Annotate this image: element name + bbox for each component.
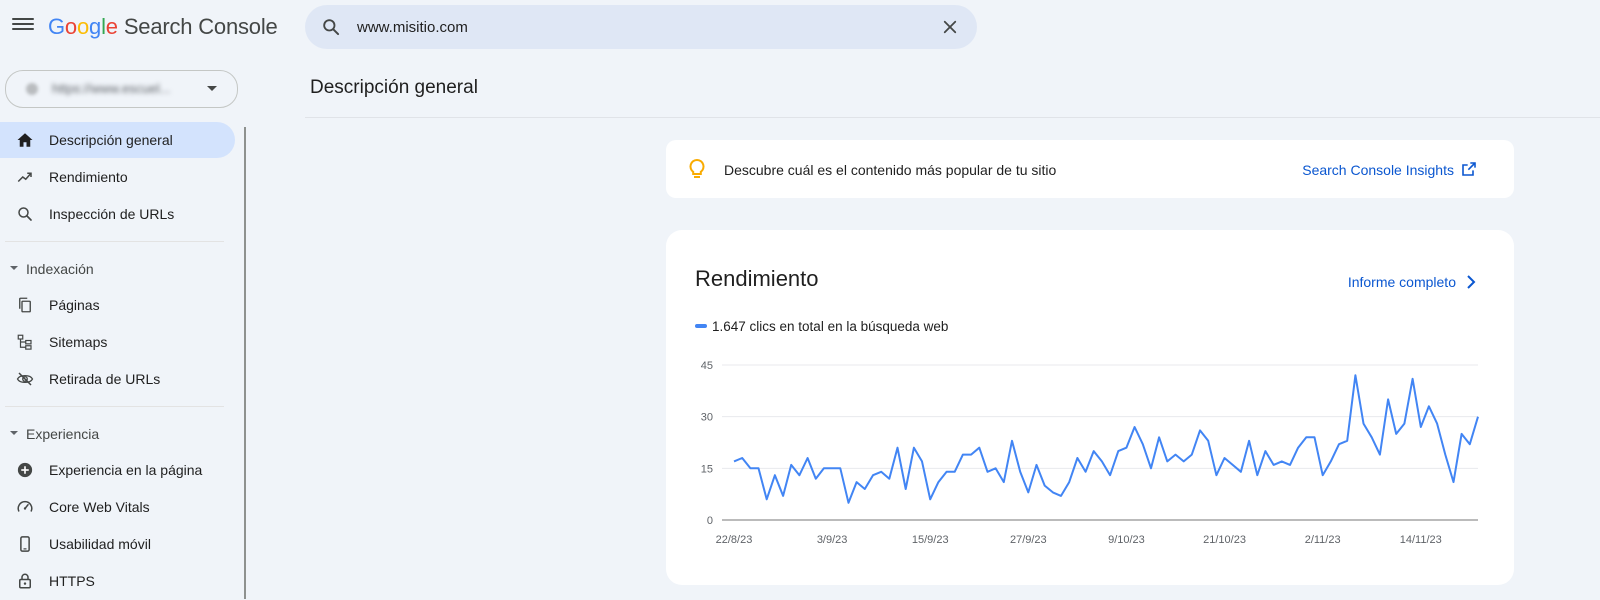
sidebar-item-label: Core Web Vitals [49,499,150,515]
logo-letter: o [76,14,90,39]
sidebar-item-page-experience[interactable]: Experiencia en la página [0,452,235,488]
property-selector[interactable]: https://www.escuel... [5,70,238,108]
x-tick-label: 22/8/23 [716,534,753,546]
sidebar-item-https[interactable]: HTTPS [0,563,235,599]
sitemap-icon [17,334,32,350]
sidebar-item-url-removals[interactable]: Retirada de URLs [0,361,235,397]
sidebar-item-label: Rendimiento [49,169,128,185]
smartphone-icon [20,536,30,552]
y-tick-label: 15 [701,463,713,475]
x-tick-label: 27/9/23 [1010,534,1047,546]
y-tick-label: 0 [707,515,713,527]
sidebar-divider [5,406,224,407]
sidebar-item-pages[interactable]: Páginas [0,287,235,323]
property-url: https://www.escuel... [52,81,171,96]
product-name: Search Console [123,14,278,39]
add-circle-icon [17,462,33,478]
lock-icon [19,573,31,589]
x-tick-label: 3/9/23 [817,534,848,546]
x-tick-label: 21/10/23 [1203,534,1246,546]
lightbulb-icon [689,158,705,178]
collapse-arrow-icon [10,266,18,270]
collapse-arrow-icon [10,431,18,435]
sidebar-item-label: HTTPS [49,573,95,589]
search-console-insights-link[interactable]: Search Console Insights [1302,162,1454,178]
section-label: Indexación [26,261,94,277]
insights-text: Descubre cuál es el contenido más popula… [724,162,1057,178]
chevron-down-icon [207,86,217,91]
sidebar-nav: Descripción general Rendimiento Inspecci… [0,122,240,600]
x-tick-label: 9/10/23 [1108,534,1145,546]
y-tick-label: 30 [701,412,713,424]
x-tick-label: 14/11/23 [1400,534,1442,546]
sidebar-item-mobile-usability[interactable]: Usabilidad móvil [0,526,235,562]
search-icon[interactable] [321,17,341,37]
sidebar-item-url-inspection[interactable]: Inspección de URLs [0,196,235,232]
clicks-line-chart: 0 15 30 45 22/8/23 3/9/23 15/9/23 27/9/23 9/10/2… [701,360,1479,546]
sidebar-item-label: Descripción general [49,132,173,148]
search-input[interactable] [357,5,917,49]
search-bar [305,5,977,49]
page-title: Descripción general [310,77,478,98]
logo-letter: o [64,14,77,39]
trending-up-icon [17,172,32,183]
insights-banner: Descubre cuál es el contenido más popula… [666,140,1514,198]
header-divider [305,117,1600,118]
sidebar-item-label: Páginas [49,297,100,313]
sidebar-scrollbar[interactable] [244,127,246,599]
sidebar-item-overview[interactable]: Descripción general [0,122,235,158]
visibility-off-icon [16,372,34,386]
sidebar-item-label: Inspección de URLs [49,206,175,222]
sidebar-item-label: Retirada de URLs [49,371,161,387]
logo-letter: e [105,14,118,39]
sidebar-divider [5,241,224,242]
open-in-new-icon[interactable] [1461,161,1477,177]
sidebar-item-performance[interactable]: Rendimiento [0,159,235,195]
logo-letter: g [89,14,102,39]
clicks-series-line [733,374,1479,504]
main-menu-icon[interactable] [12,16,34,38]
sidebar-item-sitemaps[interactable]: Sitemaps [0,324,235,360]
performance-card: Rendimiento Informe completo 1.647 clics… [666,230,1514,585]
logo-letter: G [48,14,65,39]
sidebar-item-label: Usabilidad móvil [49,536,151,552]
sidebar-item-label: Sitemaps [49,334,108,350]
x-tick-label: 15/9/23 [912,534,949,546]
search-icon [18,207,32,221]
home-icon [17,133,33,147]
sidebar-item-core-web-vitals[interactable]: Core Web Vitals [0,489,235,525]
section-indexing-toggle[interactable]: Indexación [0,251,240,287]
x-tick-label: 2/11/23 [1305,534,1341,546]
section-experience-toggle[interactable]: Experiencia [0,416,240,452]
section-label: Experiencia [26,426,100,442]
pages-icon [19,297,31,313]
speed-gauge-icon [17,500,33,512]
property-favicon [26,83,38,95]
y-tick-label: 45 [701,360,713,372]
clear-search-icon[interactable] [941,18,959,36]
sidebar-item-label: Experiencia en la página [49,462,203,478]
google-search-console-logo[interactable]: Google Search Console [48,14,278,40]
